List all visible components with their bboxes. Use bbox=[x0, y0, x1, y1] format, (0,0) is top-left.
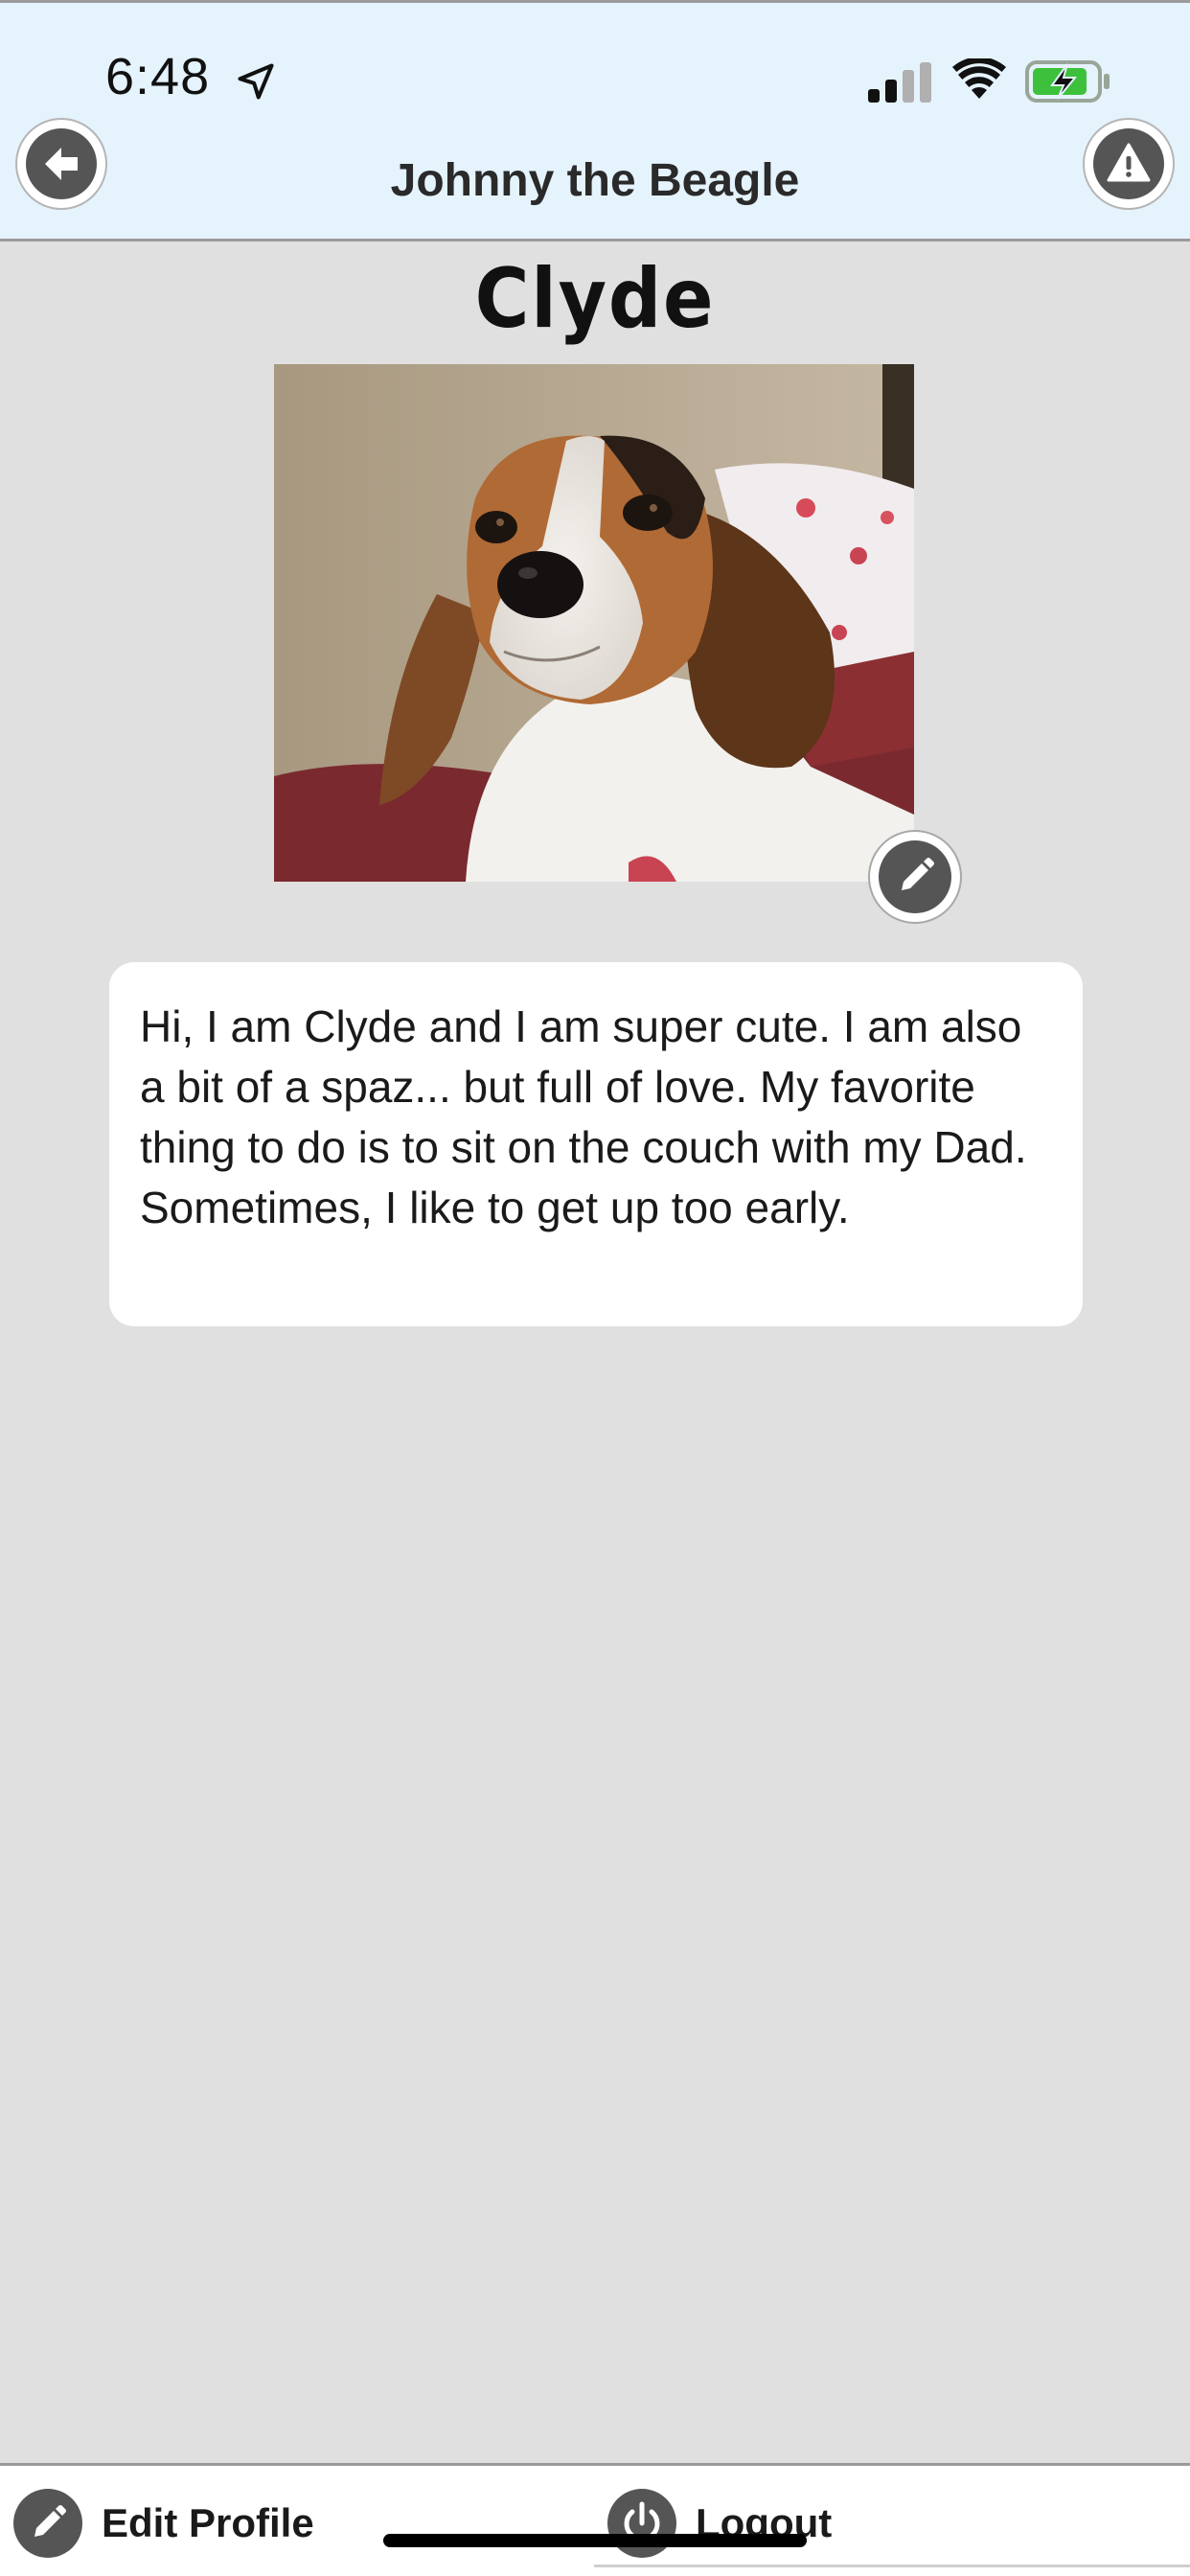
bio-text: Hi, I am Clyde and I am super cute. I am… bbox=[140, 1001, 1027, 1232]
pencil-icon bbox=[34, 2505, 66, 2537]
edit-profile-label: Edit Profile bbox=[102, 2500, 314, 2545]
battery-charging-icon bbox=[1025, 60, 1110, 103]
footer-divider bbox=[594, 2564, 1190, 2567]
pencil-icon bbox=[879, 840, 951, 913]
edit-profile-icon-wrap bbox=[13, 2489, 82, 2558]
logout-button[interactable]: Logout bbox=[607, 2487, 832, 2560]
edit-profile-button[interactable]: Edit Profile bbox=[13, 2487, 314, 2560]
bottom-bar: Edit Profile Logout bbox=[0, 2463, 1190, 2576]
bio-card: Hi, I am Clyde and I am super cute. I am… bbox=[109, 962, 1083, 1326]
status-time: 6:48 bbox=[105, 48, 211, 105]
edit-photo-button[interactable] bbox=[870, 832, 960, 922]
location-arrow-icon bbox=[238, 63, 274, 100]
pet-photo bbox=[274, 364, 914, 882]
header-title: Johnny the Beagle bbox=[390, 155, 800, 206]
home-indicator[interactable] bbox=[383, 2534, 807, 2547]
wifi-icon bbox=[952, 58, 1006, 99]
beagle-photo-image bbox=[274, 364, 914, 882]
cellular-signal-icon bbox=[868, 62, 931, 103]
warning-icon bbox=[1107, 143, 1151, 182]
logout-icon-wrap bbox=[607, 2489, 676, 2558]
power-icon bbox=[624, 2501, 660, 2542]
app-header: 6:48 Johnny the Beagle bbox=[0, 0, 1190, 242]
report-button[interactable] bbox=[1085, 120, 1173, 208]
pet-name: Clyde bbox=[474, 251, 716, 347]
